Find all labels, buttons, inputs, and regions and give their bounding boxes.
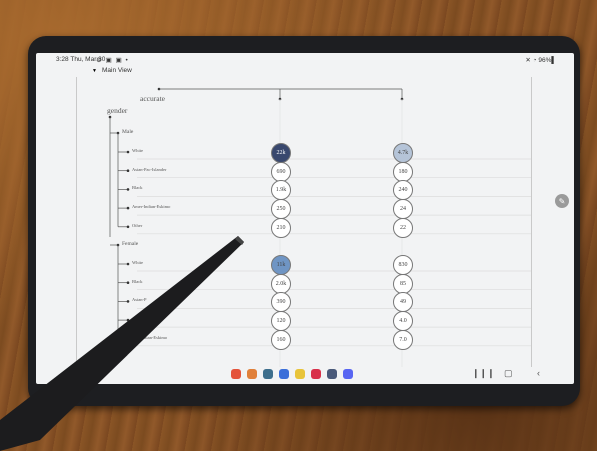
- row-label[interactable]: mer-Indian-Eskimo: [132, 335, 167, 340]
- dock-app-icon[interactable]: [247, 369, 257, 379]
- status-bar: 3:28 Thu, Mar 30 ⚙ ▣ ▣ • ✕ ◔ 96%▌: [36, 53, 574, 67]
- dock-app-icon[interactable]: [295, 369, 305, 379]
- row-label[interactable]: Asian-Pac-Islander: [132, 167, 167, 172]
- count-bubble[interactable]: 11k: [271, 255, 291, 275]
- dock-app-icon[interactable]: [263, 369, 273, 379]
- dock-app-icon[interactable]: [279, 369, 289, 379]
- node-dot: [126, 225, 130, 229]
- tablet-screen: 3:28 Thu, Mar 30 ⚙ ▣ ▣ • ✕ ◔ 96%▌ ▼ Main…: [36, 53, 574, 384]
- group-node-label[interactable]: gender: [107, 106, 127, 115]
- node-dot: [126, 262, 130, 266]
- count-bubble[interactable]: 210: [271, 217, 291, 238]
- section-label-male[interactable]: Male: [122, 129, 133, 135]
- node-dot: [126, 281, 130, 284]
- edge-panel-handle[interactable]: ✎: [555, 194, 569, 208]
- collapse-caret-icon[interactable]: ▼: [92, 68, 97, 74]
- count-bubble[interactable]: 830: [393, 255, 413, 275]
- count-bubble[interactable]: 4.0: [393, 311, 413, 332]
- count-bubble[interactable]: 120: [271, 311, 291, 332]
- node-dot: [126, 318, 130, 322]
- app-dock: ❙❙❙ ▢ ‹: [36, 364, 574, 384]
- back-button[interactable]: ‹: [537, 368, 540, 378]
- row-label[interactable]: Black: [132, 279, 143, 284]
- clock-time: 3:28: [56, 56, 69, 63]
- node-dot: [126, 337, 130, 341]
- dock-app-icon[interactable]: [231, 369, 241, 379]
- notification-icons: ⚙ ▣ ▣ •: [96, 57, 129, 64]
- node-dot: [126, 300, 130, 303]
- node-dot: [126, 188, 130, 191]
- count-bubble[interactable]: 24: [393, 199, 413, 220]
- count-bubble[interactable]: 250: [271, 199, 291, 220]
- home-button[interactable]: ▢: [504, 368, 513, 379]
- tree-view-panel: accurate gender Male White 22k 4.7k Asian-Pac-…: [76, 77, 532, 367]
- row-label[interactable]: White: [132, 148, 143, 153]
- row-label[interactable]: Amer-Indian-Eskimo: [132, 204, 170, 209]
- dock-app-icon[interactable]: [311, 369, 321, 379]
- dock-app-icon[interactable]: [327, 369, 337, 379]
- node-dot: [126, 169, 130, 172]
- row-label[interactable]: Other: [132, 223, 142, 228]
- count-bubble[interactable]: 85: [393, 273, 413, 294]
- root-node-label[interactable]: accurate: [140, 94, 165, 103]
- count-bubble[interactable]: 22k: [271, 143, 291, 163]
- count-bubble[interactable]: 160: [271, 329, 291, 350]
- tree-connectors: [108, 87, 531, 367]
- section-label-female[interactable]: Female: [122, 241, 138, 247]
- row-label[interactable]: Asian-P: [132, 297, 147, 302]
- battery-indicator: ✕ ◔ 96%▌: [525, 57, 556, 64]
- count-bubble[interactable]: 2.0k: [271, 273, 291, 294]
- recents-button[interactable]: ❙❙❙: [472, 368, 495, 379]
- dock-app-icon[interactable]: [343, 369, 353, 379]
- row-label[interactable]: Black: [132, 185, 143, 190]
- node-dot: [126, 150, 130, 154]
- node-dot: [126, 206, 130, 210]
- count-bubble[interactable]: 22: [393, 217, 413, 238]
- row-label[interactable]: White: [132, 260, 143, 265]
- count-bubble[interactable]: 4.7k: [393, 143, 413, 163]
- count-bubble[interactable]: 180: [393, 161, 413, 182]
- count-bubble[interactable]: 690: [271, 161, 291, 182]
- count-bubble[interactable]: 7.0: [393, 329, 413, 350]
- panel-title[interactable]: Main View: [102, 67, 132, 74]
